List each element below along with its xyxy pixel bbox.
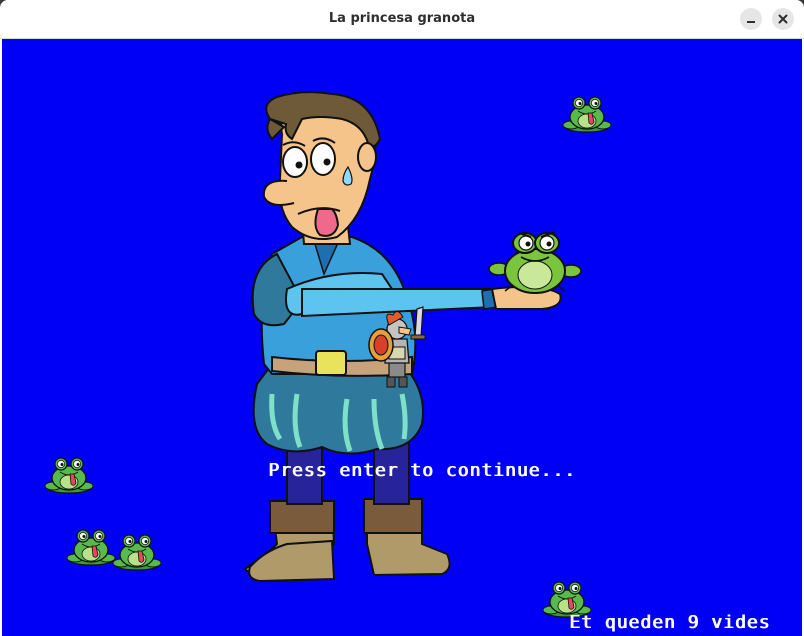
- frog-sprite: [488, 231, 582, 294]
- game-canvas[interactable]: Press enter to continue... Et queden 9 v…: [2, 39, 802, 636]
- minimize-button[interactable]: [740, 8, 762, 30]
- close-button[interactable]: [772, 8, 794, 30]
- app-window: La princesa granota Press enter to conti…: [0, 0, 804, 636]
- frog-icon: [562, 96, 612, 133]
- game-scene: [44, 91, 612, 618]
- window-title: La princesa granota: [328, 11, 476, 26]
- frog-icon: [66, 529, 116, 566]
- continue-prompt: Press enter to continue...: [268, 460, 576, 481]
- minimize-icon: [747, 21, 755, 23]
- lives-counter: Et queden 9 vides: [569, 612, 771, 633]
- titlebar[interactable]: La princesa granota: [0, 0, 804, 39]
- frog-icon: [112, 534, 162, 571]
- close-icon: [778, 14, 788, 24]
- frog-icon: [44, 457, 94, 494]
